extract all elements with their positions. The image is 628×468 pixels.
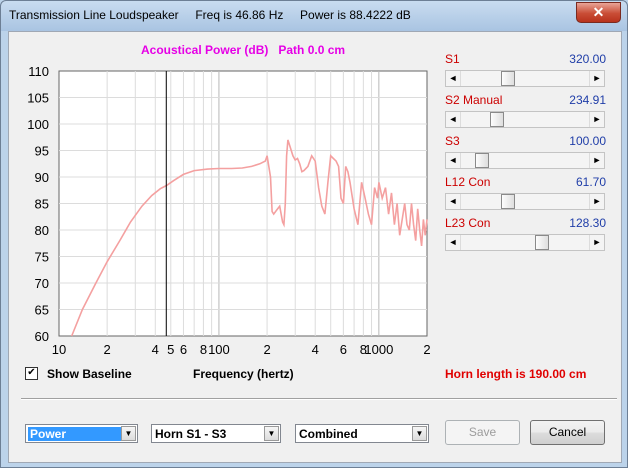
x-tick-label: 6 — [340, 342, 347, 357]
horn-dropdown[interactable]: Horn S1 - S3 ▼ — [151, 424, 281, 443]
slider-label: S1 — [445, 52, 460, 66]
arrow-left-icon[interactable]: ◄ — [446, 153, 461, 168]
y-tick-label: 60 — [35, 329, 49, 344]
x-tick-label: 2 — [263, 342, 270, 357]
slider-label: S2 Manual — [445, 93, 503, 107]
y-tick-label: 65 — [35, 303, 49, 318]
x-axis-label: Frequency (hertz) — [193, 367, 294, 381]
x-tick-label: 8 — [200, 342, 207, 357]
x-tick-label: 6 — [180, 342, 187, 357]
slider-scrollbar[interactable]: ◄ ► — [445, 111, 605, 128]
y-tick-label: 70 — [35, 276, 49, 291]
arrow-left-icon[interactable]: ◄ — [446, 112, 461, 127]
x-tick-label: 4 — [312, 342, 319, 357]
show-baseline-checkbox[interactable]: ✔ — [25, 367, 38, 380]
arrow-right-icon[interactable]: ► — [589, 71, 604, 86]
slider-scrollbar[interactable]: ◄ ► — [445, 234, 605, 251]
y-tick-label: 85 — [35, 197, 49, 212]
y-tick-label: 105 — [27, 91, 49, 106]
show-baseline-label: Show Baseline — [47, 367, 132, 381]
slider-thumb[interactable] — [474, 153, 489, 168]
y-tick-label: 90 — [35, 170, 49, 185]
app-window: Transmission Line Loudspeaker Freq is 46… — [0, 0, 628, 468]
window-title: Transmission Line Loudspeaker Freq is 46… — [9, 8, 411, 22]
slider-thumb[interactable] — [500, 71, 515, 86]
arrow-right-icon[interactable]: ► — [589, 235, 604, 250]
y-tick-label: 75 — [35, 250, 49, 265]
slider-scrollbar[interactable]: ◄ ► — [445, 70, 605, 87]
slider-label: S3 — [445, 134, 460, 148]
y-tick-label: 110 — [28, 64, 49, 79]
client-area: Acoustical Power (dB) Path 0.0 cm 110 105… — [8, 31, 622, 463]
chevron-down-icon[interactable]: ▼ — [412, 426, 427, 441]
slider-thumb[interactable] — [535, 235, 550, 250]
separator — [21, 398, 617, 400]
arrow-left-icon[interactable]: ◄ — [446, 194, 461, 209]
x-tick-label: 10 — [52, 342, 66, 357]
slider-scrollbar[interactable]: ◄ ► — [445, 152, 605, 169]
arrow-left-icon[interactable]: ◄ — [446, 235, 461, 250]
slider-thumb[interactable] — [500, 194, 515, 209]
slider-value: 234.91 — [569, 93, 606, 107]
x-tick-label: 2 — [104, 342, 111, 357]
x-tick-label: 2 — [423, 342, 430, 357]
x-tick-label: 4 — [152, 342, 159, 357]
slider-label: L23 Con — [445, 216, 491, 230]
arrow-left-icon[interactable]: ◄ — [446, 71, 461, 86]
slider-scrollbar[interactable]: ◄ ► — [445, 193, 605, 210]
cancel-button[interactable]: Cancel — [530, 420, 605, 445]
slider-label: L12 Con — [445, 175, 491, 189]
slider-value: 61.70 — [575, 175, 606, 189]
horn-length-text: Horn length is 190.00 cm — [445, 367, 587, 381]
x-tick-label: 100 — [208, 342, 230, 357]
x-tick-label: 1000 — [364, 342, 393, 357]
arrow-right-icon[interactable]: ► — [589, 153, 604, 168]
mode-dropdown-value: Power — [28, 427, 122, 441]
slider-value: 128.30 — [569, 216, 606, 230]
y-tick-label: 95 — [35, 144, 49, 159]
arrow-right-icon[interactable]: ► — [589, 112, 604, 127]
chevron-down-icon[interactable]: ▼ — [264, 426, 279, 441]
y-tick-label: 100 — [27, 117, 49, 132]
close-button[interactable]: ✕ — [576, 2, 621, 23]
horn-dropdown-value: Horn S1 - S3 — [155, 427, 227, 441]
arrow-right-icon[interactable]: ► — [589, 194, 604, 209]
check-mark-icon: ✔ — [27, 367, 36, 378]
y-axis-ticks: 110 105 100 95 90 85 80 75 70 65 60 — [27, 64, 49, 344]
y-tick-label: 80 — [35, 223, 49, 238]
view-dropdown-value: Combined — [299, 427, 358, 441]
chevron-down-icon[interactable]: ▼ — [121, 426, 136, 441]
slider-value: 100.00 — [569, 134, 606, 148]
view-dropdown[interactable]: Combined ▼ — [295, 424, 429, 443]
x-axis-ticks: 10 2 4 5 6 8 100 2 4 6 81000 2 — [52, 342, 431, 357]
close-icon: ✕ — [592, 4, 605, 20]
slider-thumb[interactable] — [489, 112, 504, 127]
slider-value: 320.00 — [569, 52, 606, 66]
title-bar: Transmission Line Loudspeaker Freq is 46… — [1, 1, 627, 31]
save-button[interactable]: Save — [445, 420, 520, 445]
x-tick-label: 5 — [167, 342, 174, 357]
mode-dropdown[interactable]: Power ▼ — [25, 424, 138, 443]
